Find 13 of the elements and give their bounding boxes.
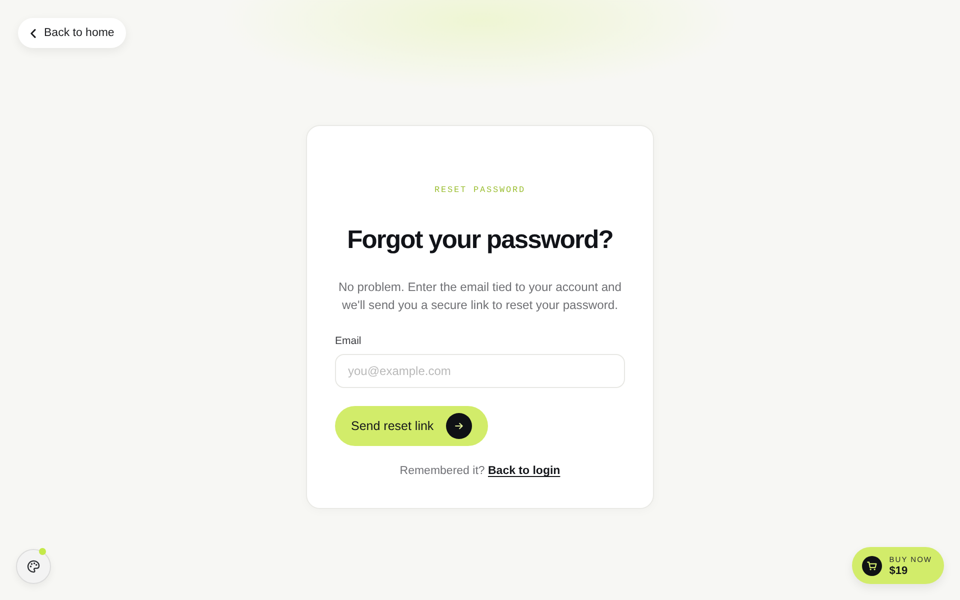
- page-heading: Forgot your password?: [347, 225, 613, 256]
- cart-icon: [862, 556, 882, 576]
- send-reset-link-button[interactable]: Send reset link: [335, 406, 488, 446]
- back-home-button[interactable]: Back to home: [18, 18, 126, 48]
- footer-text: Remembered it? Back to login: [400, 464, 560, 479]
- email-label: Email: [335, 334, 362, 348]
- back-to-login-link[interactable]: Back to login: [488, 465, 560, 477]
- eyebrow-label: RESET PASSWORD: [434, 184, 526, 196]
- theme-button[interactable]: [16, 549, 51, 584]
- description-text: No problem. Enter the email tied to your account and we'll send you a secure link to reset your password.: [337, 279, 623, 314]
- chevron-left-icon: [30, 28, 36, 38]
- palette-icon: [27, 560, 40, 573]
- email-field[interactable]: you@example.com: [335, 354, 625, 388]
